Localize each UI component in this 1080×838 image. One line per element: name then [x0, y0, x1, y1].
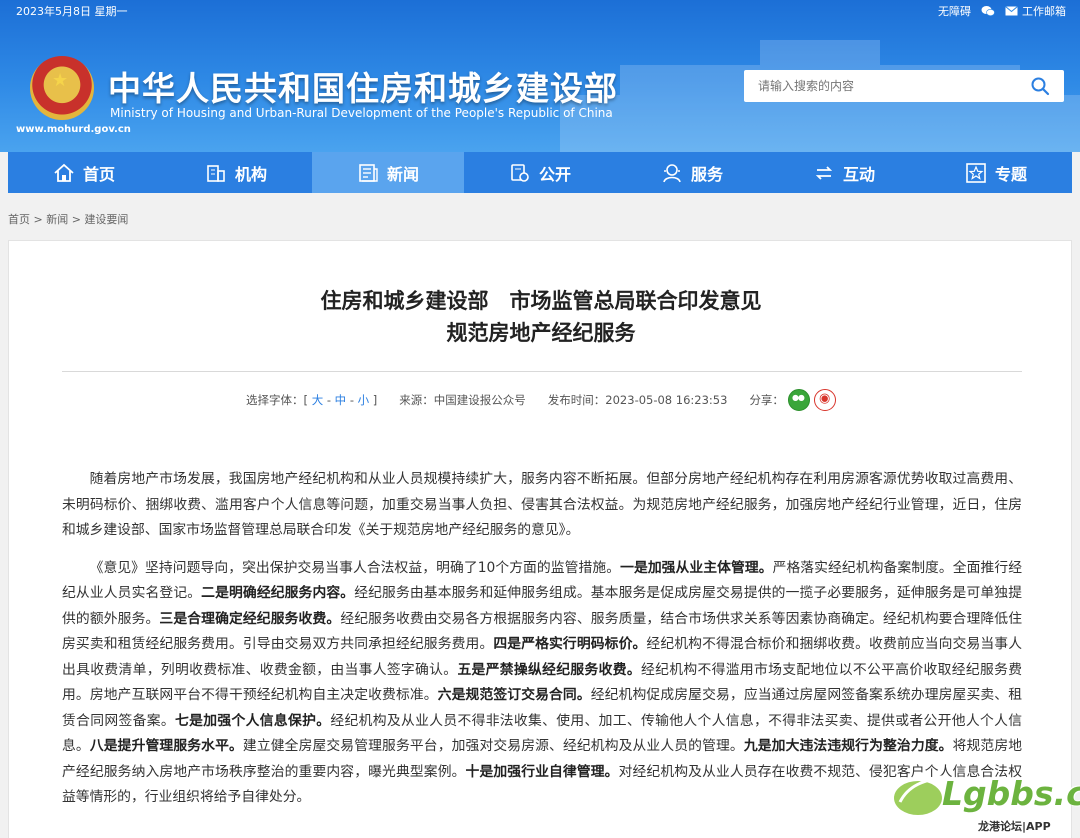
- site-url: www.mohurd.gov.cn: [16, 124, 131, 135]
- breadcrumb-news[interactable]: 新闻: [46, 213, 68, 226]
- news-icon: [359, 163, 378, 182]
- article-panel: 住房和城乡建设部 市场监管总局联合印发意见 规范房地产经纪服务 选择字体：[ 大…: [8, 240, 1072, 838]
- wechat-icon[interactable]: [981, 5, 995, 17]
- watermark-subtext: 龙港论坛|APP: [976, 818, 1053, 834]
- font-size-large[interactable]: 大: [312, 393, 324, 407]
- nav-label: 公开: [538, 164, 571, 184]
- star-icon: [966, 162, 986, 183]
- title-divider: [62, 371, 1022, 372]
- work-mail-label: 工作邮箱: [1022, 5, 1066, 18]
- breadcrumb-separator: >: [71, 213, 81, 226]
- nav-label: 服务: [690, 164, 723, 184]
- wechat-share-icon[interactable]: [787, 389, 810, 411]
- share-label: 分享：: [749, 393, 784, 407]
- nav-item-interaction[interactable]: 互动: [768, 152, 920, 193]
- font-size-medium[interactable]: 中: [335, 393, 347, 407]
- search-input[interactable]: [744, 70, 1014, 102]
- nav-item-organization[interactable]: 机构: [160, 152, 312, 193]
- bold-point: 五是严禁操纵经纪服务收费。: [457, 661, 642, 678]
- font-size-dash: -: [349, 393, 354, 407]
- building-icon: [207, 164, 225, 182]
- text-span: 建立健全房屋交易管理服务平台，加强对交易房源、经纪机构及从业人员的管理。: [242, 738, 744, 754]
- article-body: 随着房地产市场发展，我国房地产经纪机构和从业人员规模持续扩大，服务内容不断拓展。…: [62, 467, 1022, 823]
- bold-point: 一是加强从业主体管理。: [620, 559, 773, 576]
- bold-point: 八是提升管理服务水平。: [89, 738, 243, 754]
- lgbbs-logo-icon: [894, 774, 947, 815]
- home-icon: [54, 163, 74, 182]
- weibo-share-icon[interactable]: [813, 389, 836, 411]
- work-mail-link[interactable]: 工作邮箱: [1005, 3, 1066, 19]
- nav-label: 互动: [842, 164, 875, 184]
- paragraph: 随着房地产市场发展，我国房地产经纪机构和从业人员规模持续扩大，服务内容不断拓展。…: [62, 471, 1022, 538]
- current-date: 2023年5月8日 星期一: [16, 5, 128, 18]
- article-source: 来源：中国建设报公众号: [399, 393, 526, 407]
- nav-label: 机构: [234, 164, 267, 184]
- document-icon: [511, 163, 529, 182]
- main-nav: 首页 机构 新闻 公开 服务 互动 专题: [8, 152, 1072, 193]
- nav-item-public[interactable]: 公开: [464, 152, 616, 193]
- search-box: [744, 70, 1064, 102]
- breadcrumb-home[interactable]: 首页: [8, 213, 30, 226]
- font-size-small[interactable]: 小: [358, 393, 370, 407]
- bold-point: 七是加强个人信息保护。: [174, 712, 331, 729]
- bold-point: 三是合理确定经纪服务收费。: [159, 610, 341, 627]
- text-span: 《意见》坚持问题导向，突出保护交易当事人合法权益，明确了10个方面的监管措施。: [89, 559, 621, 576]
- breadcrumb: 首页 > 新闻 > 建设要闻: [8, 211, 128, 227]
- bold-point: 六是规范签订交易合同。: [437, 687, 591, 703]
- bold-point: 十是加强行业自律管理。: [465, 763, 619, 780]
- bold-point: 二是明确经纪服务内容。: [201, 585, 355, 601]
- interaction-icon: [815, 165, 833, 180]
- publish-time: 发布时间：2023-05-08 16:23:53: [547, 393, 728, 407]
- nav-item-home[interactable]: 首页: [8, 152, 160, 193]
- bold-point: 九是加大违法违规行为整治力度。: [743, 738, 953, 754]
- mail-icon: [1005, 6, 1018, 16]
- service-icon: [663, 163, 681, 182]
- font-size-label: 选择字体：[: [246, 393, 309, 407]
- bold-point: 四是严格实行明码标价。: [493, 636, 647, 652]
- search-icon[interactable]: [1030, 76, 1050, 96]
- accessibility-link[interactable]: 无障碍: [938, 3, 971, 19]
- article-meta: 选择字体：[ 大 - 中 - 小 ] 来源：中国建设报公众号 发布时间：2023…: [9, 389, 1073, 411]
- site-title[interactable]: 中华人民共和国住房和城乡建设部: [108, 62, 618, 110]
- national-emblem-logo[interactable]: [30, 56, 94, 120]
- nav-label: 专题: [994, 164, 1027, 184]
- breadcrumb-separator: >: [33, 213, 43, 226]
- nav-item-news[interactable]: 新闻: [312, 152, 464, 193]
- nav-item-topic[interactable]: 专题: [920, 152, 1072, 193]
- watermark-text: Lgbbs.cn: [942, 774, 1080, 813]
- article-title-line1: 住房和城乡建设部 市场监管总局联合印发意见: [320, 289, 762, 313]
- nav-item-service[interactable]: 服务: [616, 152, 768, 193]
- nav-label: 新闻: [386, 164, 419, 184]
- site-subtitle: Ministry of Housing and Urban-Rural Deve…: [110, 106, 613, 120]
- top-bar: 2023年5月8日 星期一 无障碍 工作邮箱: [0, 0, 1080, 22]
- site-header: 2023年5月8日 星期一 无障碍 工作邮箱 www.mohurd.gov.cn…: [0, 0, 1080, 152]
- article-title-line2: 规范房地产经纪服务: [446, 321, 636, 345]
- paragraph: 《意见》坚持问题导向，突出保护交易当事人合法权益，明确了10个方面的监管措施。一…: [62, 556, 1022, 811]
- breadcrumb-current[interactable]: 建设要闻: [84, 213, 128, 226]
- nav-label: 首页: [82, 164, 115, 184]
- font-size-close: ]: [372, 393, 378, 407]
- font-size-selector: 选择字体：[ 大 - 中 - 小 ]: [246, 392, 377, 408]
- font-size-dash: -: [326, 393, 332, 407]
- lgbbs-watermark: Lgbbs.cn 龙港论坛|APP: [880, 762, 1080, 838]
